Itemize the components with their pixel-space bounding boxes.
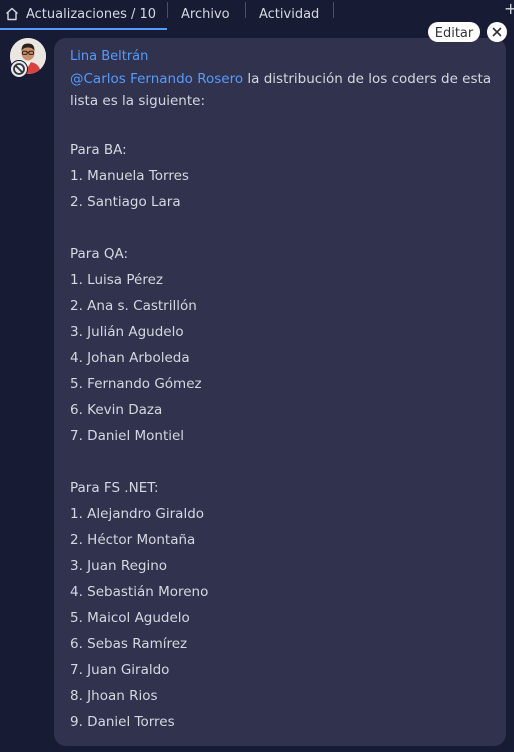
- list-item: 3. Juan Regino: [70, 558, 168, 574]
- list-item: 9. Daniel Torres: [70, 714, 175, 730]
- list-item: 3. Julián Agudelo: [70, 324, 184, 340]
- tab-activity[interactable]: Actividad: [259, 0, 319, 28]
- tab-updates-label: Actualizaciones / 10: [26, 6, 157, 22]
- list-item: 4. Sebastián Moreno: [70, 584, 209, 600]
- tab-activity-label: Actividad: [259, 6, 320, 22]
- tab-updates[interactable]: Actualizaciones / 10: [4, 0, 156, 28]
- left-gutter: [0, 30, 54, 752]
- list-item: 2. Santiago Lara: [70, 194, 181, 210]
- list-item: 1. Luisa Pérez: [70, 272, 163, 288]
- group-title: Para QA:: [70, 246, 129, 262]
- close-icon: [492, 27, 502, 37]
- list-item: 1. Manuela Torres: [70, 168, 189, 184]
- list-item: 4. Johan Arboleda: [70, 350, 190, 366]
- group-title: Para BA:: [70, 142, 127, 158]
- list-item: 2. Ana s. Castrillón: [70, 298, 197, 314]
- add-tab-button[interactable]: +: [504, 0, 514, 18]
- tab-divider: [333, 2, 334, 18]
- list-item: 8. Jhoan Rios: [70, 688, 158, 704]
- blocked-icon: [13, 63, 25, 75]
- list-item: 6. Kevin Daza: [70, 402, 163, 418]
- author-name[interactable]: Lina Beltrán: [70, 48, 148, 66]
- home-icon: [6, 7, 18, 21]
- list-item: 7. Juan Giraldo: [70, 662, 170, 678]
- update-intro: @Carlos Fernando Rosero la distribución …: [70, 68, 496, 112]
- edit-button-label: Editar: [434, 26, 474, 41]
- list-item: 2. Héctor Montaña: [70, 532, 196, 548]
- status-badge: [10, 60, 28, 78]
- list-item: 6. Sebas Ramírez: [70, 636, 188, 652]
- tab-files[interactable]: Archivo: [181, 0, 230, 28]
- list-item: 5. Maicol Agudelo: [70, 610, 190, 626]
- edit-button[interactable]: Editar: [428, 22, 480, 42]
- tab-divider: [167, 2, 168, 18]
- close-button[interactable]: [487, 22, 507, 42]
- mention-link[interactable]: @Carlos Fernando Rosero: [70, 71, 243, 87]
- list-item: 1. Alejandro Giraldo: [70, 506, 205, 522]
- list-item: 7. Daniel Montiel: [70, 428, 185, 444]
- update-body: Para BA: 1. Manuela Torres 2. Santiago L…: [70, 137, 496, 735]
- tab-divider: [245, 2, 246, 18]
- list-item: 5. Fernando Gómez: [70, 376, 202, 392]
- tab-files-label: Archivo: [181, 6, 230, 22]
- group-title: Para FS .NET:: [70, 480, 159, 496]
